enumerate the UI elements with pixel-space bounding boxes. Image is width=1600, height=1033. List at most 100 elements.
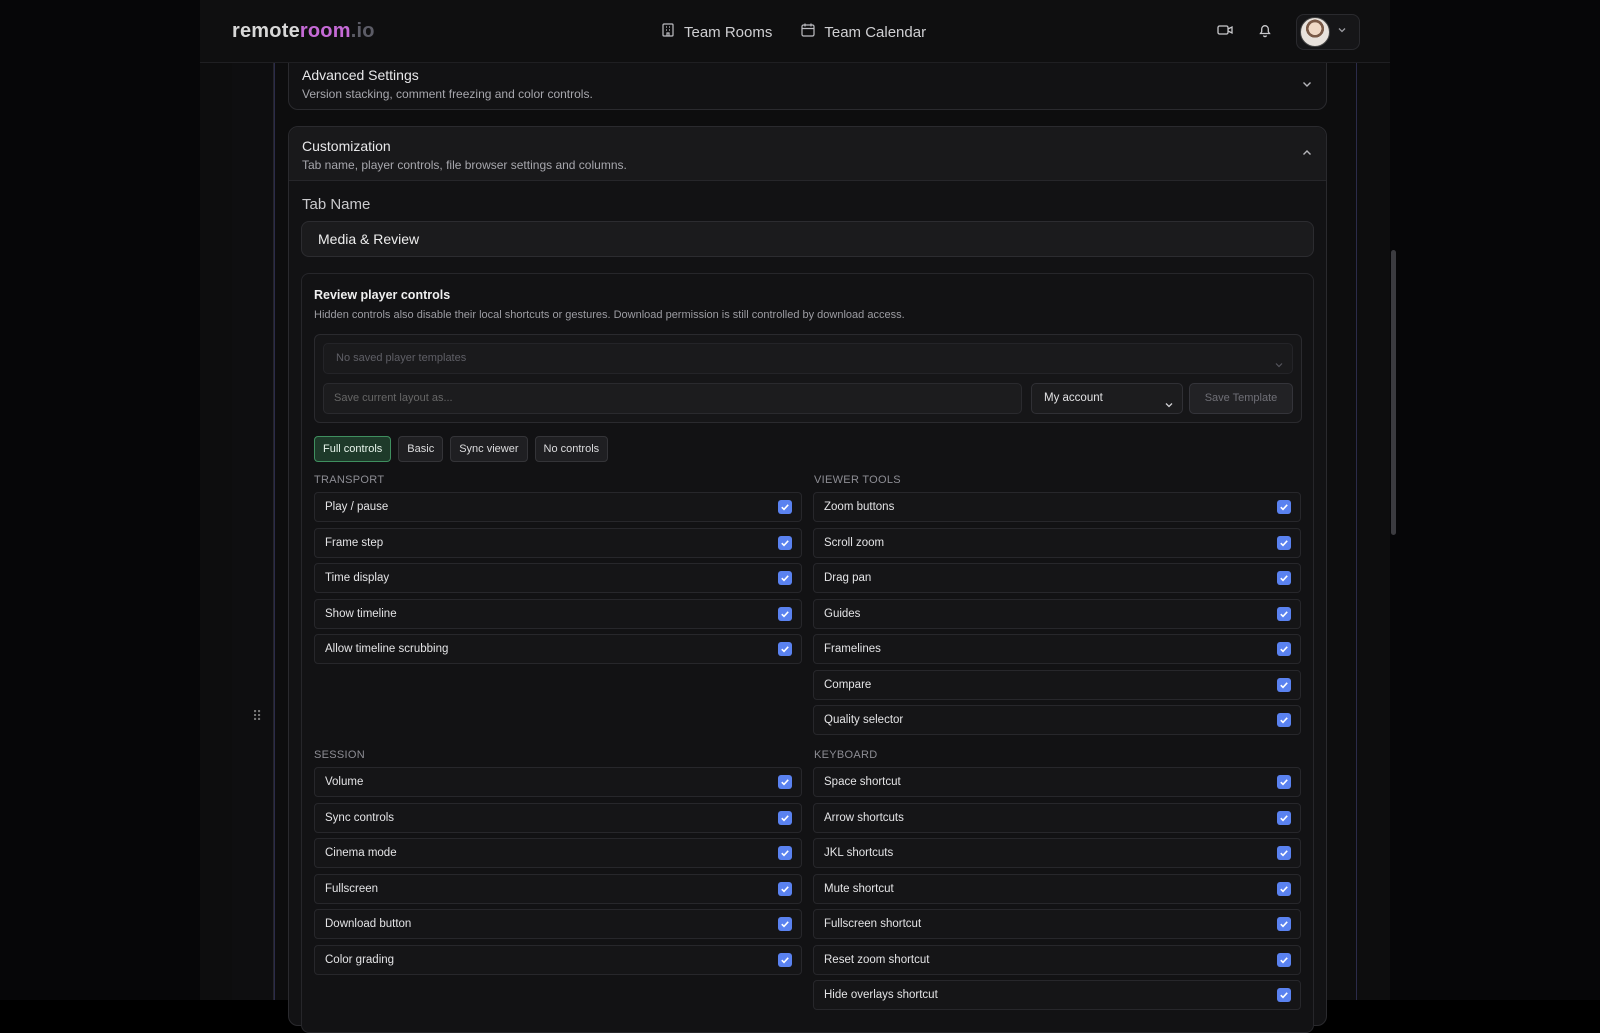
option-row[interactable]: Time display: [314, 563, 802, 593]
checkbox[interactable]: [1277, 677, 1291, 692]
option-row[interactable]: Frame step: [314, 527, 802, 558]
viewer-tools-list: Zoom buttons Scroll zoom Drag pan Guides Fra…: [813, 492, 1301, 741]
checkbox[interactable]: [1277, 810, 1291, 825]
scrollbar[interactable]: [1391, 250, 1396, 535]
option-label: Frame step: [325, 536, 384, 549]
review-player-controls-card: Review player controls Hidden controls a…: [301, 273, 1314, 1033]
template-box: No saved player templates Save current l…: [314, 334, 1302, 423]
checkbox[interactable]: [1277, 606, 1291, 621]
checkbox[interactable]: [1277, 500, 1291, 514]
checkbox[interactable]: [778, 571, 792, 585]
option-row[interactable]: Quality selector: [813, 705, 1301, 735]
option-label: Sync controls: [325, 811, 395, 824]
customization-subtitle: Tab name, player controls, file browser …: [302, 158, 627, 172]
brand-logo[interactable]: remoteroom.io: [232, 20, 375, 43]
advanced-settings-subtitle: Version stacking, comment freezing and c…: [302, 87, 593, 101]
option-label: Guides: [824, 607, 861, 620]
preset-no-controls[interactable]: No controls: [534, 436, 609, 462]
preset-sync-viewer[interactable]: Sync viewer: [450, 436, 528, 462]
option-row[interactable]: Fullscreen shortcut: [813, 909, 1301, 939]
transport-label: TRANSPORT: [314, 474, 385, 486]
option-row[interactable]: Download button: [314, 909, 802, 939]
option-row[interactable]: Compare: [813, 669, 1301, 700]
option-row[interactable]: Drag pan: [813, 563, 1301, 593]
checkbox[interactable]: [778, 535, 792, 550]
nav-team-calendar-label: Team Calendar: [824, 23, 927, 41]
page-background-right: [1390, 0, 1600, 1000]
checkbox[interactable]: [1277, 535, 1291, 550]
user-menu-button[interactable]: [1296, 14, 1360, 50]
checkbox[interactable]: [1277, 952, 1291, 967]
checkbox[interactable]: [778, 846, 792, 860]
account-select[interactable]: My account: [1031, 383, 1183, 414]
checkbox[interactable]: [778, 642, 792, 656]
checkbox[interactable]: [1277, 846, 1291, 860]
option-row[interactable]: Fullscreen: [314, 873, 802, 904]
checkbox[interactable]: [778, 952, 792, 967]
saved-templates-select[interactable]: No saved player templates: [323, 343, 1293, 374]
keyboard-list: Space shortcut Arrow shortcuts JKL shortcu…: [813, 767, 1301, 1016]
nav-team-rooms[interactable]: Team Rooms: [660, 22, 772, 42]
chevron-down-icon: [1336, 23, 1348, 41]
option-row[interactable]: Reset zoom shortcut: [813, 944, 1301, 975]
nav-team-rooms-label: Team Rooms: [684, 23, 773, 41]
tab-name-input[interactable]: Media & Review: [301, 221, 1314, 257]
option-label: Arrow shortcuts: [824, 811, 904, 824]
tab-name-label: Tab Name: [302, 196, 371, 213]
option-row[interactable]: Space shortcut: [813, 767, 1301, 797]
checkbox[interactable]: [1277, 775, 1291, 789]
preset-buttons: Full controls Basic Sync viewer No contr…: [314, 436, 609, 462]
video-camera-icon[interactable]: [1216, 21, 1234, 44]
checkbox[interactable]: [1277, 713, 1291, 727]
option-label: Color grading: [325, 953, 395, 966]
chevron-down-icon: [1274, 353, 1284, 382]
chevron-down-icon: [1300, 77, 1314, 91]
option-row[interactable]: Scroll zoom: [813, 527, 1301, 558]
checkbox[interactable]: [778, 606, 792, 621]
option-label: Play / pause: [325, 501, 389, 513]
save-layout-input[interactable]: Save current layout as...: [323, 383, 1022, 414]
checkbox[interactable]: [1277, 571, 1291, 585]
saved-templates-placeholder: No saved player templates: [336, 352, 467, 364]
option-row[interactable]: Allow timeline scrubbing: [314, 634, 802, 664]
option-row[interactable]: Hide overlays shortcut: [813, 980, 1301, 1010]
checkbox[interactable]: [1277, 642, 1291, 656]
option-row[interactable]: Color grading: [314, 944, 802, 975]
option-row[interactable]: Arrow shortcuts: [813, 802, 1301, 833]
checkbox[interactable]: [778, 917, 792, 931]
customization-header[interactable]: Customization Tab name, player controls,…: [289, 127, 1326, 181]
option-row[interactable]: Mute shortcut: [813, 873, 1301, 904]
player-controls-subtitle: Hidden controls also disable their local…: [314, 309, 905, 321]
option-row[interactable]: Sync controls: [314, 802, 802, 833]
drag-handle-icon[interactable]: ⠿: [252, 709, 262, 723]
option-row[interactable]: Framelines: [813, 634, 1301, 664]
nav-team-calendar[interactable]: Team Calendar: [800, 22, 926, 42]
option-row[interactable]: Guides: [813, 598, 1301, 629]
option-label: Cinema mode: [325, 847, 397, 859]
preset-basic[interactable]: Basic: [398, 436, 444, 462]
checkbox[interactable]: [778, 500, 792, 514]
bell-icon[interactable]: [1256, 21, 1274, 44]
option-label: Fullscreen shortcut: [824, 918, 922, 930]
save-template-button[interactable]: Save Template: [1189, 383, 1293, 414]
option-row[interactable]: Show timeline: [314, 598, 802, 629]
avatar: [1300, 17, 1330, 47]
option-row[interactable]: Volume: [314, 767, 802, 797]
option-label: Show timeline: [325, 607, 397, 620]
option-row[interactable]: Zoom buttons: [813, 492, 1301, 522]
page-background-left: [0, 0, 200, 1000]
checkbox[interactable]: [778, 810, 792, 825]
option-row[interactable]: Play / pause: [314, 492, 802, 522]
option-row[interactable]: Cinema mode: [314, 838, 802, 868]
checkbox[interactable]: [778, 881, 792, 896]
checkbox[interactable]: [778, 775, 792, 789]
session-label: SESSION: [314, 749, 366, 761]
preset-full-controls[interactable]: Full controls: [314, 436, 392, 462]
option-row[interactable]: JKL shortcuts: [813, 838, 1301, 868]
checkbox[interactable]: [1277, 917, 1291, 931]
brand-part-remote: remote: [232, 20, 300, 42]
brand-part-io: .io: [350, 20, 375, 42]
option-label: Compare: [824, 678, 872, 691]
checkbox[interactable]: [1277, 881, 1291, 896]
option-label: Hide overlays shortcut: [824, 989, 938, 1001]
